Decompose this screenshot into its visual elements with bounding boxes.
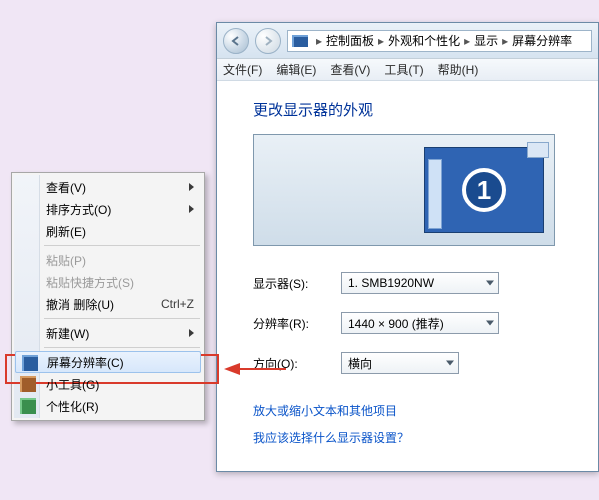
monitor-secondary-icon (527, 142, 549, 158)
ctx-undo-shortcut: Ctrl+Z (161, 297, 194, 311)
row-orientation: 方向(O): 横向 (253, 352, 598, 374)
submenu-arrow-icon (189, 329, 194, 337)
control-panel-icon (292, 35, 308, 47)
menu-help[interactable]: 帮助(H) (438, 61, 479, 78)
titlebar: ▸ 控制面板 ▸ 外观和个性化 ▸ 显示 ▸ 屏幕分辨率 (217, 23, 598, 59)
link-scale-text[interactable]: 放大或缩小文本和其他项目 (253, 402, 598, 419)
menubar: 文件(F) 编辑(E) 查看(V) 工具(T) 帮助(H) (217, 59, 598, 81)
resolution-combobox[interactable]: 1440 × 900 (推荐) (341, 312, 499, 334)
nav-back-button[interactable] (223, 28, 249, 54)
row-display: 显示器(S): 1. SMB1920NW (253, 272, 598, 294)
links-block: 放大或缩小文本和其他项目 我应该选择什么显示器设置？ (253, 402, 598, 446)
chevron-right-icon: ▸ (462, 34, 472, 48)
ctx-paste-shortcut-label: 粘贴快捷方式(S) (46, 274, 134, 291)
ctx-refresh-label: 刷新(E) (46, 223, 86, 240)
ctx-new[interactable]: 新建(W) (14, 322, 202, 344)
chevron-down-icon (486, 281, 494, 286)
chevron-right-icon: ▸ (314, 34, 324, 48)
orientation-label: 方向(O): (253, 355, 325, 372)
breadcrumb-item[interactable]: 屏幕分辨率 (512, 32, 572, 49)
resolution-label: 分辨率(R): (253, 315, 325, 332)
ctx-screen-resolution-label: 屏幕分辨率(C) (47, 354, 124, 371)
ctx-sort-label: 排序方式(O) (46, 201, 111, 218)
ctx-new-label: 新建(W) (46, 325, 89, 342)
display-value: 1. SMB1920NW (348, 276, 434, 290)
ctx-view-label: 查看(V) (46, 179, 86, 196)
breadcrumb-item[interactable]: 外观和个性化 (388, 32, 460, 49)
ctx-refresh[interactable]: 刷新(E) (14, 220, 202, 242)
breadcrumb[interactable]: ▸ 控制面板 ▸ 外观和个性化 ▸ 显示 ▸ 屏幕分辨率 (287, 30, 592, 52)
desktop-context-menu: 查看(V) 排序方式(O) 刷新(E) 粘贴(P) 粘贴快捷方式(S) 撤消 删… (11, 172, 205, 421)
ctx-paste: 粘贴(P) (14, 249, 202, 271)
menu-tools[interactable]: 工具(T) (384, 61, 423, 78)
chevron-down-icon (446, 361, 454, 366)
ctx-paste-shortcut: 粘贴快捷方式(S) (14, 271, 202, 293)
chevron-right-icon: ▸ (376, 34, 386, 48)
row-resolution: 分辨率(R): 1440 × 900 (推荐) (253, 312, 598, 334)
ctx-paste-label: 粘贴(P) (46, 252, 86, 269)
breadcrumb-item[interactable]: 控制面板 (326, 32, 374, 49)
ctx-gadgets[interactable]: 小工具(G) (14, 373, 202, 395)
chevron-right-icon: ▸ (500, 34, 510, 48)
gadget-icon (20, 376, 36, 392)
link-which-display[interactable]: 我应该选择什么显示器设置？ (253, 429, 598, 446)
nav-forward-button[interactable] (255, 28, 281, 54)
ctx-personalize[interactable]: 个性化(R) (14, 395, 202, 417)
display-settings-window: ▸ 控制面板 ▸ 外观和个性化 ▸ 显示 ▸ 屏幕分辨率 文件(F) 编辑(E)… (216, 22, 599, 472)
separator (44, 245, 200, 246)
monitor-thumbnail[interactable]: 1 (424, 147, 544, 233)
submenu-arrow-icon (189, 205, 194, 213)
display-combobox[interactable]: 1. SMB1920NW (341, 272, 499, 294)
ctx-undo-label: 撤消 删除(U) (46, 296, 114, 313)
monitor-number: 1 (477, 175, 491, 206)
menu-view[interactable]: 查看(V) (330, 61, 370, 78)
ctx-screen-resolution[interactable]: 屏幕分辨率(C) (15, 351, 201, 373)
menu-edit[interactable]: 编辑(E) (276, 61, 316, 78)
ctx-gadgets-label: 小工具(G) (46, 376, 99, 393)
content-area: 更改显示器的外观 1 显示器(S): 1. SMB1920NW 分辨率(R): … (217, 81, 598, 446)
orientation-value: 横向 (348, 355, 372, 372)
separator (44, 347, 200, 348)
ctx-sort[interactable]: 排序方式(O) (14, 198, 202, 220)
resolution-value: 1440 × 900 (推荐) (348, 315, 444, 332)
chevron-down-icon (486, 321, 494, 326)
ctx-view[interactable]: 查看(V) (14, 176, 202, 198)
monitor-number-badge: 1 (462, 168, 506, 212)
ctx-personalize-label: 个性化(R) (46, 398, 99, 415)
display-arrangement-box[interactable]: 1 (253, 134, 555, 246)
display-label: 显示器(S): (253, 275, 325, 292)
submenu-arrow-icon (189, 183, 194, 191)
breadcrumb-item[interactable]: 显示 (474, 32, 498, 49)
page-title: 更改显示器的外观 (253, 99, 598, 120)
monitor-icon (22, 355, 38, 371)
orientation-combobox[interactable]: 横向 (341, 352, 459, 374)
menu-file[interactable]: 文件(F) (223, 61, 262, 78)
separator (44, 318, 200, 319)
personalize-icon (20, 398, 36, 414)
monitor-taskbar-icon (428, 159, 442, 229)
ctx-undo-delete[interactable]: 撤消 删除(U) Ctrl+Z (14, 293, 202, 315)
